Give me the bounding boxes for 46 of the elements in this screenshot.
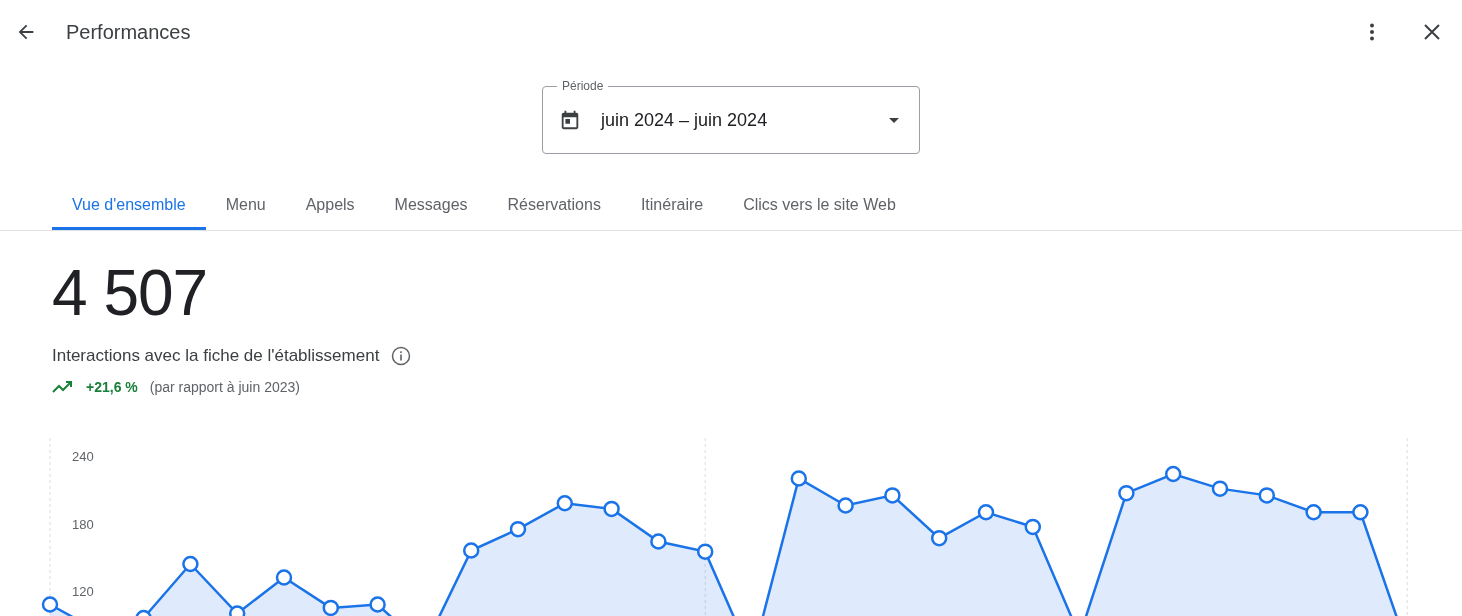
data-point	[696, 542, 714, 560]
data-point	[1352, 503, 1369, 520]
data-point	[322, 599, 340, 616]
comparison-text: (par rapport à juin 2023)	[149, 377, 300, 397]
data-point	[182, 555, 199, 572]
data-point	[509, 520, 527, 537]
data-point	[1024, 518, 1042, 535]
data-point	[650, 532, 667, 550]
data-point	[790, 469, 808, 487]
metric-label: Interactions avec la fiche de l'établissement	[52, 345, 380, 367]
data-point	[41, 595, 59, 613]
tab[interactable]: Vue d'ensemble	[52, 180, 206, 230]
data-point	[1258, 486, 1276, 504]
period-value: juin 2024 – juin 2024	[601, 108, 768, 132]
more-vertical-icon	[1369, 23, 1375, 41]
info-icon	[391, 345, 412, 366]
tab[interactable]: Menu	[205, 180, 286, 230]
data-point	[556, 494, 574, 511]
tab[interactable]: Messages	[374, 180, 488, 230]
dropdown-caret-icon	[889, 117, 899, 123]
calendar-icon	[559, 109, 581, 131]
data-point	[1305, 503, 1322, 520]
close-icon	[1424, 24, 1440, 40]
data-point	[603, 500, 620, 517]
y-axis-label: 180	[72, 516, 94, 531]
tab[interactable]: Itinéraire	[620, 180, 724, 230]
change-percentage: +21,6 %	[86, 377, 138, 397]
page-title: Performances	[66, 20, 191, 45]
data-point	[884, 486, 901, 504]
data-point	[1164, 465, 1182, 482]
data-point	[930, 529, 948, 546]
y-axis-label: 240	[72, 448, 94, 464]
data-point	[1118, 484, 1135, 501]
data-point	[837, 496, 854, 514]
tab[interactable]: Appels	[285, 180, 375, 230]
y-axis-label: 120	[72, 583, 94, 599]
tab[interactable]: Réservations	[487, 180, 621, 230]
data-point	[462, 541, 480, 559]
tab[interactable]: Clics vers le site Web	[723, 180, 916, 230]
data-point	[275, 568, 293, 586]
data-point	[228, 604, 246, 616]
total-value: 4 507	[52, 257, 209, 329]
data-point	[135, 609, 152, 616]
data-point	[369, 595, 386, 613]
data-point	[977, 503, 995, 520]
data-point	[1211, 479, 1229, 497]
